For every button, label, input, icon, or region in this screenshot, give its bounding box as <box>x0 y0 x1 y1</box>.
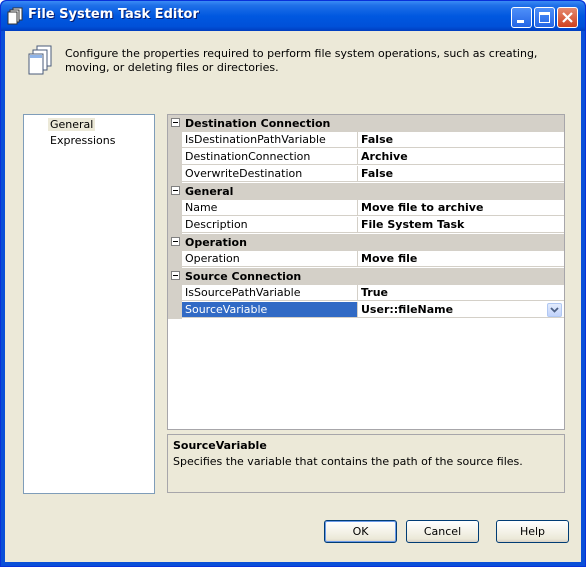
property-value[interactable]: File System Task <box>358 217 564 233</box>
minimize-button[interactable] <box>511 7 532 28</box>
property-grid: Destination Connection IsDestinationPath… <box>167 114 565 430</box>
property-row[interactable]: Description File System Task <box>168 217 564 234</box>
category-label: Operation <box>185 236 247 249</box>
property-name: Description <box>182 217 358 233</box>
category-general[interactable]: General <box>168 183 564 200</box>
file-system-task-icon <box>28 45 52 75</box>
row-gutter <box>168 217 182 234</box>
collapse-icon[interactable] <box>171 237 180 246</box>
property-value[interactable]: False <box>358 166 564 182</box>
dialog-client-area: Configure the properties required to per… <box>5 31 581 562</box>
category-operation[interactable]: Operation <box>168 234 564 251</box>
property-name: IsDestinationPathVariable <box>182 132 358 148</box>
property-name: OverwriteDestination <box>182 166 358 182</box>
category-destination-connection[interactable]: Destination Connection <box>168 115 564 132</box>
property-row[interactable]: IsDestinationPathVariable False <box>168 132 564 149</box>
window-title: File System Task Editor <box>28 7 199 22</box>
category-label: General <box>185 185 234 198</box>
property-description-panel: SourceVariable Specifies the variable th… <box>167 434 565 493</box>
collapse-icon[interactable] <box>171 186 180 195</box>
close-button[interactable] <box>557 7 578 28</box>
maximize-button[interactable] <box>534 7 555 28</box>
collapse-icon[interactable] <box>171 271 180 280</box>
row-gutter <box>168 302 182 319</box>
row-gutter <box>168 200 182 217</box>
chevron-down-icon <box>550 307 559 313</box>
collapse-icon[interactable] <box>171 118 180 127</box>
property-row[interactable]: Name Move file to archive <box>168 200 564 217</box>
description-text: Specifies the variable that contains the… <box>173 455 523 468</box>
dropdown-button[interactable] <box>547 303 562 317</box>
title-bar[interactable]: File System Task Editor <box>1 1 585 31</box>
property-value[interactable]: Archive <box>358 149 564 165</box>
property-row[interactable]: OverwriteDestination False <box>168 166 564 183</box>
property-name: IsSourcePathVariable <box>182 285 358 301</box>
file-system-task-editor-window: File System Task Editor Configure the pr… <box>0 0 586 567</box>
row-gutter <box>168 285 182 302</box>
description-title: SourceVariable <box>173 439 267 452</box>
property-value[interactable]: False <box>358 132 564 148</box>
property-name: Name <box>182 200 358 216</box>
property-name: SourceVariable <box>182 302 358 318</box>
navigation-list: General Expressions <box>23 114 155 494</box>
nav-item-general[interactable]: General <box>48 118 96 131</box>
property-row[interactable]: IsSourcePathVariable True <box>168 285 564 302</box>
property-row[interactable]: DestinationConnection Archive <box>168 149 564 166</box>
task-editor-icon <box>7 7 23 25</box>
ok-button[interactable]: OK <box>324 520 397 543</box>
row-gutter <box>168 251 182 268</box>
row-gutter <box>168 132 182 149</box>
property-value[interactable]: Move file to archive <box>358 200 564 216</box>
nav-item-expressions[interactable]: Expressions <box>48 134 117 147</box>
property-row[interactable]: Operation Move file <box>168 251 564 268</box>
property-name: DestinationConnection <box>182 149 358 165</box>
property-row-selected[interactable]: SourceVariable User::fileName <box>168 302 564 319</box>
property-value[interactable]: Move file <box>358 251 564 267</box>
category-source-connection[interactable]: Source Connection <box>168 268 564 285</box>
maximize-icon <box>539 12 550 23</box>
close-icon <box>562 12 573 23</box>
header-description: Configure the properties required to per… <box>65 47 538 74</box>
category-label: Source Connection <box>185 270 302 283</box>
row-gutter <box>168 149 182 166</box>
minimize-icon <box>517 20 524 23</box>
property-name: Operation <box>182 251 358 267</box>
help-button[interactable]: Help <box>496 520 569 543</box>
cancel-button[interactable]: Cancel <box>406 520 479 543</box>
category-label: Destination Connection <box>185 117 331 130</box>
source-variable-dropdown[interactable]: User::fileName <box>358 302 564 318</box>
property-value[interactable]: True <box>358 285 564 301</box>
row-gutter <box>168 166 182 183</box>
